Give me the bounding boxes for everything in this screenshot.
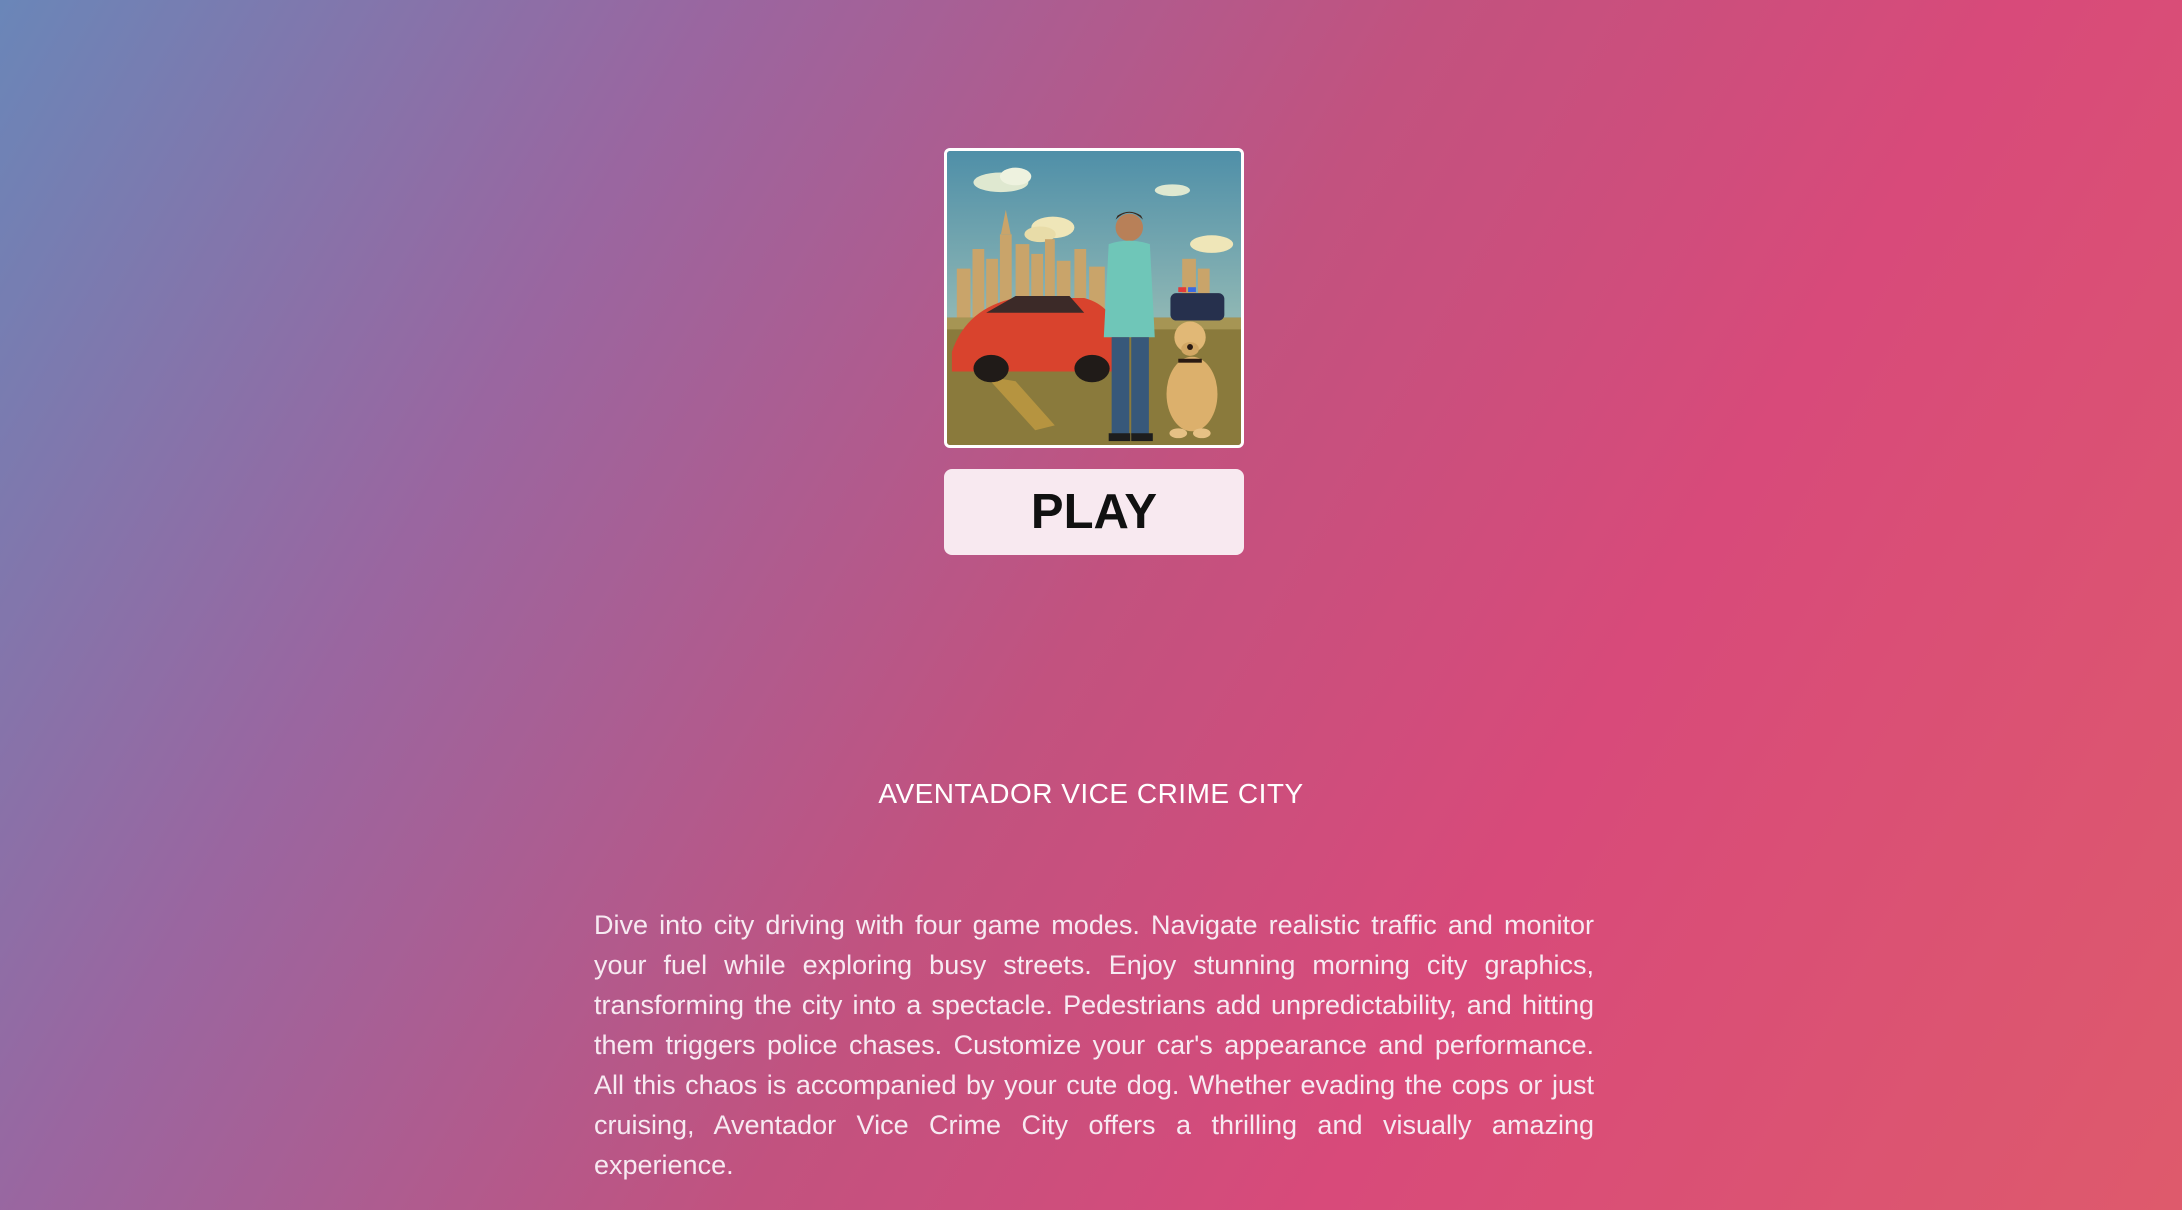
game-cover-artwork: [947, 151, 1241, 445]
game-description: Dive into city driving with four game mo…: [594, 910, 1594, 1180]
game-title: AVENTADOR VICE CRIME CITY: [878, 778, 1304, 809]
play-button[interactable]: PLAY: [944, 469, 1244, 555]
game-cover-image: [944, 148, 1244, 448]
